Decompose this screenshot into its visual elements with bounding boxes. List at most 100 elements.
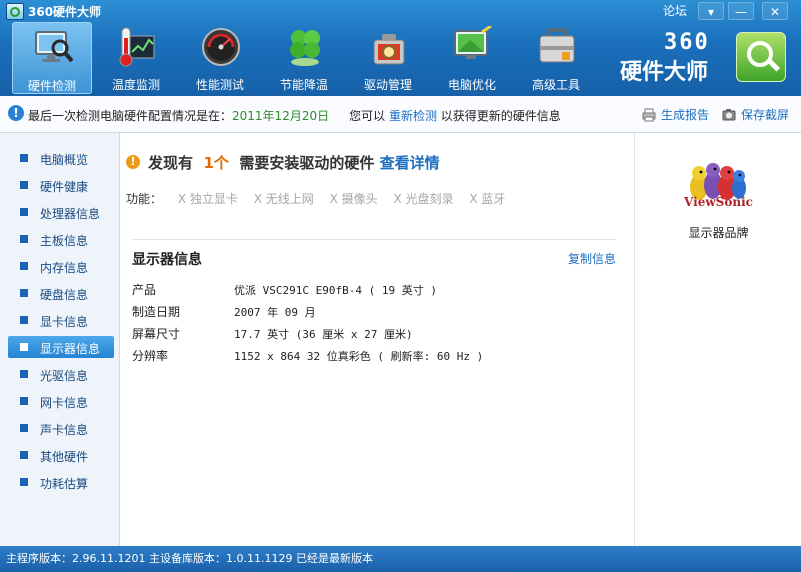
viewsonic-wordmark: ViewSonic [684,195,753,209]
status-bar: 主程序版本：2.96.11.1201 主设备库版本：1.0.11.1129 已经… [0,546,801,572]
info-bar: ! 最后一次检测电脑硬件配置情况是在：2011年12月20日 您可以 重新检测 以… [0,96,801,133]
bullet-icon [20,181,28,189]
nav-label: 节能降温 [279,78,328,92]
sidebar-item-sound[interactable]: 声卡信息 [8,417,114,439]
printer-icon [642,108,656,122]
bullet-icon [20,316,28,324]
features-label: 功能： [126,192,163,206]
thermometer-icon [119,27,155,67]
sidebar-item-optical[interactable]: 光驱信息 [8,363,114,385]
row-label-product: 产品 [132,283,157,297]
features-row: 功能： X 独立显卡 X 无线上网 X 摄像头 X 光盘刻录 X 蓝牙 [126,190,505,207]
info-icon: ! [8,105,24,121]
row-value-size: 17.7 英寸 (36 厘米 x 27 厘米) [234,328,413,341]
nav-label: 驱动管理 [363,78,412,92]
sidebar-item-power[interactable]: 功耗估算 [8,471,114,493]
last-check-date: 2011年12月20日 [232,109,330,123]
section-title: 显示器信息 [132,252,202,268]
minimize-button[interactable]: — [728,2,754,20]
sidebar-item-label: 其他硬件 [40,450,89,464]
info-prefix: 最后一次检测电脑硬件配置情况是在： [28,109,233,123]
sidebar-item-label: 显示器信息 [40,342,101,356]
bullet-icon [20,397,28,405]
nav-label: 电脑优化 [447,78,496,92]
info-text: 最后一次检测电脑硬件配置情况是在：2011年12月20日 您可以 重新检测 以获得… [28,107,561,124]
recheck-link[interactable]: 重新检测 [389,109,437,123]
app-logo-icon [6,3,24,20]
version-status: 主程序版本：2.96.11.1201 主设备库版本：1.0.11.1129 已经… [6,552,373,565]
bullet-icon [20,208,28,216]
sidebar-item-label: 硬盘信息 [40,288,89,302]
alert-suffix: 需要安装驱动的硬件 [239,154,375,172]
sidebar-item-label: 声卡信息 [40,423,89,437]
close-button[interactable]: ✕ [762,2,788,20]
bullet-icon [20,262,28,270]
sidebar-item-label: 显卡信息 [40,315,89,329]
row-label-resolution: 分辨率 [132,349,169,363]
sidebar-item-other[interactable]: 其他硬件 [8,444,114,466]
alert-count: 1个 [203,154,229,172]
bullet-icon [20,289,28,297]
sidebar-item-health[interactable]: 硬件健康 [8,174,114,196]
nav-label: 高级工具 [531,78,580,92]
sidebar-item-motherboard[interactable]: 主板信息 [8,228,114,250]
bullet-icon [20,478,28,486]
menu-dropdown-button[interactable]: ▾ [698,2,724,20]
bullet-icon [20,154,28,162]
title-bar: 360硬件大师 论坛 ▾ — ✕ [0,0,801,22]
feature-wireless: X 无线上网 [253,192,314,206]
generate-report-button[interactable]: 生成报告 [642,106,709,123]
monitor-brand-caption: 显示器品牌 [688,226,749,240]
app-title: 360硬件大师 [28,5,102,19]
nav-optimization[interactable]: 电脑优化 [432,22,512,94]
header: 360硬件大师 论坛 ▾ — ✕ 硬件检测 温度监测 性能测试 节能降温 驱动管… [0,0,801,96]
sidebar-item-network[interactable]: 网卡信息 [8,390,114,412]
sidebar-item-monitor[interactable]: 显示器信息 [8,336,114,358]
row-label-date: 制造日期 [132,305,181,319]
brand-logo: 360 硬件大师 [620,30,790,88]
feature-disc-burning: X 光盘刻录 [393,192,454,206]
bullet-icon [20,235,28,243]
bullet-icon [20,370,28,378]
nav-temperature[interactable]: 温度监测 [96,22,176,94]
sidebar-item-label: 功耗估算 [40,477,89,491]
nav-label: 硬件检测 [27,79,76,93]
divider [132,239,616,240]
app-window: 360硬件大师 论坛 ▾ — ✕ 硬件检测 温度监测 性能测试 节能降温 驱动管… [0,0,801,572]
nav-advanced-tools[interactable]: 高级工具 [516,22,596,94]
main-content: ! 发现有 1个 需要安装驱动的硬件 查看详情 功能： X 独立显卡 X 无线上… [120,133,634,546]
warning-icon: ! [126,155,140,169]
nav-energy-saving[interactable]: 节能降温 [264,22,344,94]
info-suffix: 以获得更新的硬件信息 [440,109,561,123]
brand-name: 硬件大师 [620,60,709,85]
sidebar-item-overview[interactable]: 电脑概览 [8,147,114,169]
brand-panel: ViewSonic 显示器品牌 [634,133,801,546]
row-label-size: 屏幕尺寸 [132,327,181,341]
bullet-icon [20,343,28,351]
view-details-link[interactable]: 查看详情 [380,154,440,172]
info-can: 您可以 [349,109,386,123]
gear-toolbox-icon [373,34,405,65]
feature-discrete-gpu: X 独立显卡 [177,192,238,206]
sidebar-item-disk[interactable]: 硬盘信息 [8,282,114,304]
feature-bluetooth: X 蓝牙 [469,192,506,206]
sidebar-item-label: 电脑概览 [40,153,89,167]
nav-driver-management[interactable]: 驱动管理 [348,22,428,94]
sidebar-item-graphics[interactable]: 显卡信息 [8,309,114,331]
monitor-magnifier-icon [35,31,74,63]
sidebar-item-label: 光驱信息 [40,369,89,383]
sidebar-item-cpu[interactable]: 处理器信息 [8,201,114,223]
copy-info-link[interactable]: 复制信息 [568,250,616,267]
sidebar-item-label: 处理器信息 [40,207,101,221]
row-value-date: 2007 年 09 月 [234,306,316,319]
nav-performance[interactable]: 性能测试 [180,22,260,94]
sidebar: 电脑概览 硬件健康 处理器信息 主板信息 内存信息 硬盘信息 显卡信息 显示器信… [0,133,120,546]
sidebar-item-memory[interactable]: 内存信息 [8,255,114,277]
forum-link[interactable]: 论坛 [663,2,687,19]
nav-hardware-check[interactable]: 硬件检测 [12,22,92,94]
alert-prefix: 发现有 [148,154,194,172]
sidebar-item-label: 硬件健康 [40,180,89,194]
save-screenshot-button[interactable]: 保存截屏 [722,106,789,123]
report-label: 生成报告 [661,108,710,122]
sidebar-item-label: 内存信息 [40,261,89,275]
